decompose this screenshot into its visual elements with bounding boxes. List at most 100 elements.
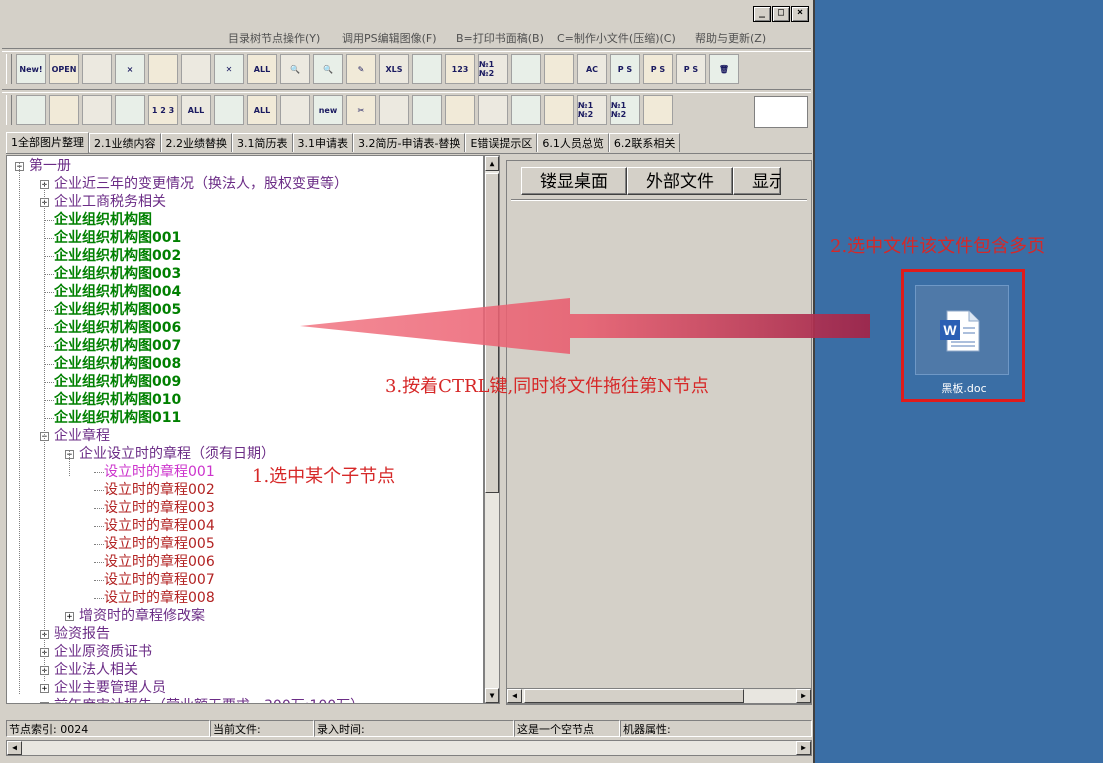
scan-button[interactable] [511, 95, 541, 125]
toolbar-gripper[interactable] [6, 54, 12, 84]
edit-multi-button[interactable] [82, 95, 112, 125]
expand-collapse-button[interactable] [643, 95, 673, 125]
scroll-right-icon[interactable]: ▶ [796, 689, 811, 703]
menu-node-operations[interactable]: 目录树节点操作(Y) [228, 30, 320, 46]
tree-node[interactable]: 企业组织机构图004 [54, 283, 181, 301]
folder-green-button[interactable] [82, 54, 112, 84]
scan-delete-button[interactable] [544, 95, 574, 125]
ac-button[interactable]: AC [577, 54, 607, 84]
tree-node[interactable]: 企业组织机构图001 [54, 229, 181, 247]
pencil-button[interactable]: ✎ [346, 54, 376, 84]
tree-node[interactable]: 企业组织机构图011 [54, 409, 181, 427]
move-down-button[interactable] [280, 95, 310, 125]
tree-node[interactable]: 企业章程 [54, 427, 110, 445]
tree-node[interactable]: 验资报告 [54, 625, 110, 643]
zoom-out-button[interactable]: 🔍 [313, 54, 343, 84]
menu-compress[interactable]: C=制作小文件(压缩)(C) [557, 30, 676, 46]
person-button[interactable] [214, 95, 244, 125]
tree-node[interactable]: 企业原资质证书 [54, 643, 152, 661]
tab-0[interactable]: 1全部图片整理 [6, 132, 89, 153]
edit-node-button[interactable] [49, 95, 79, 125]
tree-node[interactable]: 企业主要管理人员 [54, 679, 166, 697]
tree-vertical-scrollbar[interactable]: ▲ ▼ [484, 155, 500, 704]
tab-1[interactable]: 2.1业绩内容 [89, 133, 161, 152]
scroll-left-icon[interactable]: ◀ [507, 689, 522, 703]
tree-node[interactable]: 前年度审计报告（营业额无要求，300万:100万） [54, 697, 364, 703]
tree-node[interactable]: 企业近三年的变更情况（换法人，股权变更等） [54, 175, 348, 193]
all-select-button[interactable]: ALL [181, 95, 211, 125]
scroll-left-icon[interactable]: ◀ [7, 741, 22, 755]
tree-node[interactable]: 设立时的章程008 [104, 589, 215, 607]
folder-open-button[interactable] [181, 54, 211, 84]
show-desktop-button[interactable]: 镂显桌面 [521, 167, 627, 195]
menu-ps-edit[interactable]: 调用PS编辑图像(F) [342, 30, 437, 46]
tree-node[interactable]: 企业组织机构图010 [54, 391, 181, 409]
renumber-check-button[interactable]: №1 №2 [577, 95, 607, 125]
open-button[interactable]: OPEN [49, 54, 79, 84]
tree-node[interactable]: 设立时的章程004 [104, 517, 215, 535]
tree-node[interactable]: 第一册 [29, 157, 71, 175]
expand-icon[interactable]: + [40, 684, 49, 694]
tree-node[interactable]: 增资时的章程修改案 [79, 607, 205, 625]
tab-3[interactable]: 3.1简历表 [232, 133, 293, 152]
tree-node[interactable]: 企业组织机构图005 [54, 301, 181, 319]
new-node-button[interactable]: new [313, 95, 343, 125]
ps-arrow-button[interactable]: P S [643, 54, 673, 84]
tab-4[interactable]: 3.1申请表 [292, 133, 353, 152]
tree-node[interactable]: 企业组织机构图008 [54, 355, 181, 373]
expand-icon[interactable]: + [65, 612, 74, 622]
delete-node-button[interactable] [379, 95, 409, 125]
scroll-right-icon[interactable]: ▶ [796, 741, 811, 755]
tree-node[interactable]: 设立时的章程003 [104, 499, 215, 517]
minimize-button[interactable]: _ [753, 6, 771, 22]
display-button[interactable]: 显示 [733, 167, 781, 195]
tree-node[interactable]: 企业组织机构图003 [54, 265, 181, 283]
maximize-button[interactable]: □ [772, 6, 790, 22]
tree-node[interactable]: 企业组织机构图009 [54, 373, 181, 391]
renumber-button[interactable]: №1 №2 [478, 54, 508, 84]
excel-button[interactable]: XLS [379, 54, 409, 84]
renumber-x-button[interactable]: №1 №2 [610, 95, 640, 125]
scroll-thumb[interactable] [524, 689, 744, 703]
folder-yellow-button[interactable] [148, 54, 178, 84]
preview-horizontal-scrollbar[interactable]: ◀ ▶ [506, 688, 812, 704]
trash-button[interactable] [478, 95, 508, 125]
crop-button[interactable] [544, 54, 574, 84]
tree-node[interactable]: 设立时的章程006 [104, 553, 215, 571]
external-file-button[interactable]: 外部文件 [627, 167, 733, 195]
tab-6[interactable]: E错误提示区 [465, 133, 538, 152]
tree-node[interactable]: 企业组织机构图006 [54, 319, 181, 337]
tree-node[interactable]: 设立时的章程005 [104, 535, 215, 553]
tab-8[interactable]: 6.2联系相关 [608, 133, 681, 152]
tree-node[interactable]: 企业组织机构图007 [54, 337, 181, 355]
close-button[interactable]: × [791, 6, 809, 22]
menu-print[interactable]: B=打印书面稿(B) [456, 30, 544, 46]
zoom-in-button[interactable]: 🔍 [280, 54, 310, 84]
numbered-list-button[interactable]: 1 2 3 [148, 95, 178, 125]
tab-7[interactable]: 6.1人员总览 [537, 133, 609, 152]
tab-5[interactable]: 3.2简历-申请表-替换 [353, 133, 466, 152]
page-button[interactable] [16, 95, 46, 125]
toolbar-gripper[interactable] [6, 95, 12, 125]
print-number-button[interactable]: 123 [445, 54, 475, 84]
menu-help-update[interactable]: 帮助与更新(Z) [695, 30, 766, 46]
list-all-button[interactable]: ALL [247, 54, 277, 84]
ps-wrench-button[interactable]: P S [676, 54, 706, 84]
delete-children-button[interactable] [412, 95, 442, 125]
tree-node[interactable]: 企业组织机构图002 [54, 247, 181, 265]
printer-button[interactable] [412, 54, 442, 84]
tab-2[interactable]: 2.2业绩替换 [160, 133, 232, 152]
tree-node[interactable]: 企业工商税务相关 [54, 193, 166, 211]
ps-delete-button[interactable]: 🗑 [709, 54, 739, 84]
close-x-button[interactable]: × [115, 54, 145, 84]
scanner-button[interactable] [511, 54, 541, 84]
tree-node[interactable]: 企业设立时的章程（须有日期） [79, 445, 275, 463]
cut-button[interactable]: ✂ [346, 95, 376, 125]
tree-node[interactable]: 设立时的章程007 [104, 571, 215, 589]
edit-lines-button[interactable] [115, 95, 145, 125]
expand-icon[interactable]: + [40, 702, 49, 703]
tree-node[interactable]: 企业法人相关 [54, 661, 138, 679]
tree-node-selected[interactable]: 设立时的章程001 [104, 463, 215, 481]
delete-all-button[interactable] [445, 95, 475, 125]
all-select-red-button[interactable]: ALL [247, 95, 277, 125]
